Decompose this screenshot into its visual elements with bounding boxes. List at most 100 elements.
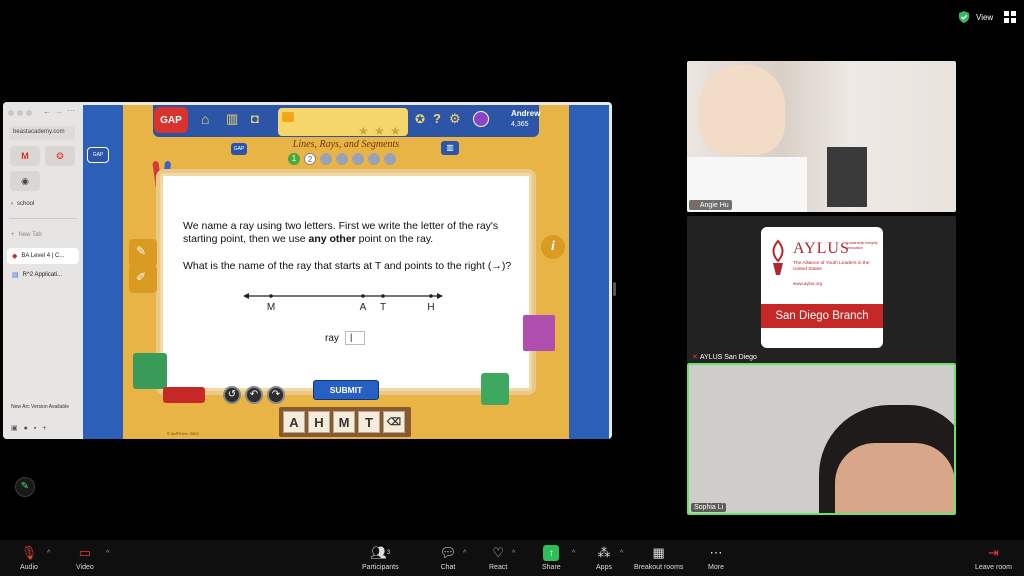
submit-button[interactable]: SUBMIT — [313, 380, 379, 400]
video-tile-sophia[interactable]: Sophia Li — [687, 363, 956, 515]
backspace-key-icon[interactable]: ⌫ — [383, 411, 405, 433]
step-locked-icon — [320, 153, 332, 165]
stapler-decoration — [163, 387, 205, 403]
annotate-pencil-icon[interactable]: ✎ — [15, 477, 35, 497]
video-caret-icon[interactable]: ^ — [106, 550, 109, 557]
react-button[interactable]: ♡ React — [489, 545, 507, 571]
question-text: point on the ray. — [355, 233, 434, 245]
key-h[interactable]: H — [308, 411, 330, 433]
key-a[interactable]: A — [283, 411, 305, 433]
eraser-tool-button[interactable]: ✐ — [129, 265, 157, 293]
tab-label: R^2 Applicati... — [22, 272, 63, 278]
grid-view-icon[interactable] — [1004, 11, 1016, 23]
undo-button[interactable]: ↶ — [245, 386, 263, 404]
step-1[interactable]: 1 — [288, 153, 300, 165]
view-button[interactable]: View — [976, 9, 993, 25]
participant-name: Angie Hu — [699, 201, 729, 209]
new-tab-label: New Tab — [18, 232, 42, 238]
chat-caret-icon[interactable]: ^ — [463, 550, 466, 557]
camera-icon[interactable]: ◘ — [251, 111, 259, 126]
breakout-rooms-button[interactable]: ▦ Breakout rooms — [634, 545, 683, 571]
more-menu-icon[interactable]: ··· — [67, 106, 75, 115]
pencil-tool-button[interactable]: ✎ — [129, 239, 157, 267]
chat-button[interactable]: 💬︎ Chat — [440, 545, 457, 571]
star-icon: ★ — [374, 124, 385, 138]
folder-school[interactable]: › school — [11, 201, 34, 207]
book-icon[interactable]: ▥ — [226, 111, 238, 127]
game-board: GAP ⌂ ▥ ◘ ★ ★ ★ ✪ ? ⚙ Andrew 4,365 GAP L… — [123, 105, 569, 439]
share-button[interactable]: ↑ Share — [542, 545, 561, 571]
video-tile-angie[interactable]: ✕ Angie Hu — [687, 61, 956, 212]
point-m — [269, 294, 273, 298]
window-minimize-dot[interactable] — [17, 110, 23, 116]
reference-book-icon[interactable]: ▥ — [441, 141, 459, 155]
point-a — [361, 294, 365, 298]
key-t[interactable]: T — [358, 411, 380, 433]
react-caret-icon[interactable]: ^ — [512, 550, 515, 557]
point-label: M — [267, 302, 275, 313]
participant-name-tag: ✕ AYLUS San Diego — [689, 352, 760, 362]
meeting-toolbar — [0, 540, 1024, 576]
reset-icon: ↺ — [227, 389, 237, 400]
step-2[interactable]: 2 — [304, 153, 316, 165]
reset-button[interactable]: ↺ — [223, 386, 241, 404]
progress-panel: ★ ★ ★ — [278, 108, 408, 138]
participants-button[interactable]: 👥︎ 3 Participants — [362, 545, 399, 571]
undo-icon: ↶ — [249, 389, 259, 400]
breakout-label: Breakout rooms — [634, 564, 684, 571]
participant-video — [699, 65, 785, 155]
window-close-dot[interactable] — [8, 110, 14, 116]
url-bar[interactable]: beastacademy.com — [9, 126, 75, 140]
redo-button[interactable]: ↷ — [267, 386, 285, 404]
mic-muted-icon: ✕ — [692, 202, 698, 209]
star-icon: ★ — [358, 124, 369, 138]
point-label: A — [360, 302, 367, 313]
gmail-pin-icon[interactable]: M — [10, 146, 40, 166]
back-arrow-icon[interactable]: ← — [43, 107, 51, 116]
participant-name: Sophia Li — [694, 504, 724, 511]
number-line: M A T H — [243, 293, 443, 313]
update-notice[interactable]: New Arc Version Available — [11, 404, 69, 410]
user-name: Andrew — [511, 109, 541, 118]
key-m[interactable]: M — [333, 411, 355, 433]
side-logo-icon[interactable]: GAP — [87, 147, 109, 163]
audio-button[interactable]: 🎙︎ Audio — [20, 545, 38, 571]
step-locked-icon — [384, 153, 396, 165]
question-emphasis: any other — [308, 233, 356, 245]
share-label: Share — [542, 564, 561, 571]
answer-input[interactable]: | — [345, 331, 365, 345]
apps-icon: ⁂ — [597, 545, 611, 560]
tab-ba-level[interactable]: ◆ BA Level 4 | C... — [7, 248, 79, 264]
leave-room-button[interactable]: ⇥ Leave room — [975, 545, 1012, 571]
apps-button[interactable]: ⁂ Apps — [596, 545, 612, 571]
chat-label: Chat — [440, 564, 456, 571]
security-shield-icon[interactable] — [958, 11, 970, 23]
help-icon[interactable]: ? — [433, 111, 441, 126]
home-icon[interactable]: ⌂ — [201, 111, 209, 127]
redo-icon: ↷ — [271, 389, 281, 400]
apps-caret-icon[interactable]: ^ — [620, 550, 623, 557]
more-button[interactable]: ⋯ More — [708, 545, 724, 571]
sidebar-footer-icons[interactable]: ▣●▪+ — [11, 424, 52, 432]
new-tab-button[interactable]: + New Tab — [11, 232, 42, 238]
ribbon-icon[interactable]: ✪ — [415, 112, 425, 126]
audio-caret-icon[interactable]: ^ — [47, 550, 50, 557]
tab-r2-application[interactable]: ▤ R^2 Applicati... — [7, 267, 79, 283]
avatar[interactable] — [473, 111, 489, 127]
game-logo[interactable]: GAP — [154, 107, 188, 133]
point-label: T — [380, 302, 386, 313]
info-button[interactable]: i — [541, 235, 565, 259]
app-pin-icon[interactable]: ❂ — [45, 146, 75, 166]
video-tile-aylus[interactable]: AYLUS Leadership Integrity Innovation Th… — [687, 216, 956, 363]
share-caret-icon[interactable]: ^ — [572, 550, 575, 557]
resize-handle[interactable] — [613, 282, 616, 296]
github-pin-icon[interactable]: ◉ — [10, 171, 40, 191]
gear-icon[interactable]: ⚙ — [449, 111, 461, 127]
window-maximize-dot[interactable] — [26, 110, 32, 116]
more-label: More — [708, 564, 724, 571]
doc-favicon-icon: ▤ — [12, 272, 19, 279]
aylus-logo-card: AYLUS Leadership Integrity Innovation Th… — [761, 227, 883, 348]
leave-door-icon: ⇥ — [988, 545, 999, 560]
video-button[interactable]: ▭ Video — [76, 545, 94, 571]
forward-arrow-icon[interactable]: → — [55, 107, 63, 116]
